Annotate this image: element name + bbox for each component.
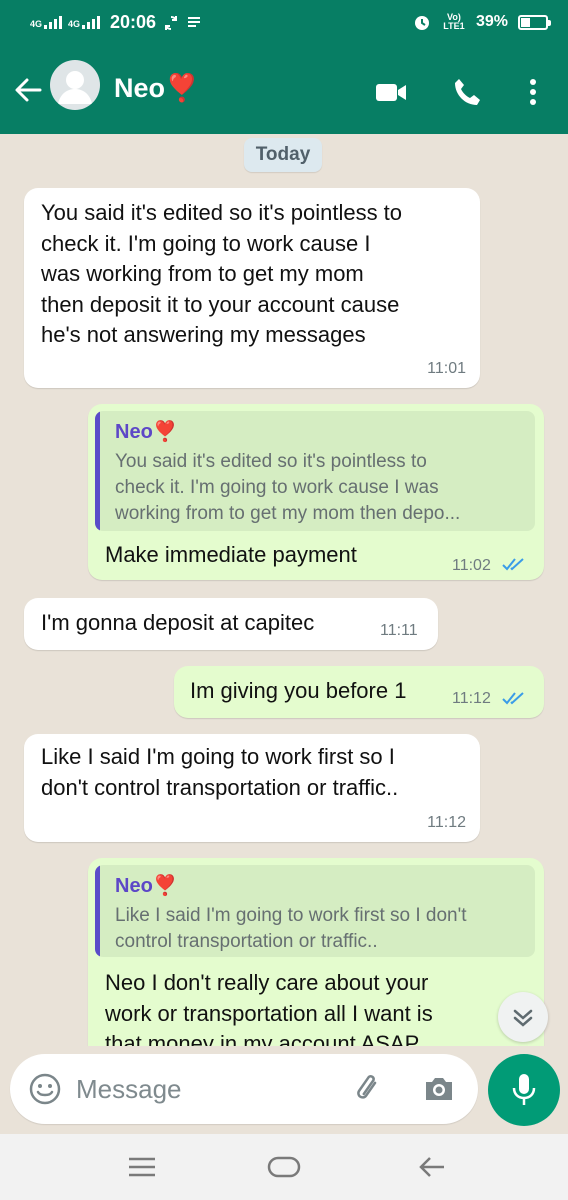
message-text: Like I said I'm going to work first so I…: [41, 744, 399, 800]
quote-text: You said it's edited so it's pointless t…: [115, 451, 461, 524]
back-arrow-icon[interactable]: [12, 74, 44, 106]
back-nav-icon[interactable]: [416, 1154, 448, 1180]
home-icon[interactable]: [266, 1154, 302, 1180]
message-bubble-incoming[interactable]: You said it's edited so it's pointless t…: [24, 188, 480, 388]
data-saver-icon: [188, 16, 201, 27]
message-text: Make immediate payment: [105, 542, 357, 567]
contact-name[interactable]: Neo❣️: [114, 72, 199, 104]
message-text: I'm gonna deposit at capitec: [41, 610, 315, 635]
quote-text: Like I said I'm going to work first so I…: [115, 905, 467, 952]
scroll-down-button[interactable]: [498, 992, 548, 1042]
video-call-icon[interactable]: [374, 75, 408, 109]
status-right: Vo) LTE1 39%: [412, 12, 551, 32]
message-time: 11:11: [380, 622, 418, 639]
menu-icon[interactable]: [126, 1154, 158, 1180]
date-chip: Today: [244, 138, 322, 172]
default-avatar-icon: [58, 71, 92, 104]
message-time: 11:01: [427, 360, 466, 377]
system-nav-bar: [0, 1134, 568, 1200]
emoji-icon[interactable]: [28, 1072, 62, 1106]
quote-bar: [95, 411, 100, 531]
signal-icon: 4G: [30, 16, 63, 29]
quote-bar: [95, 865, 100, 957]
volte-label: Vo) LTE1: [443, 12, 465, 31]
battery-icon: [518, 14, 551, 30]
phone-icon[interactable]: [450, 75, 484, 109]
quoted-message[interactable]: Neo❣️ You said it's edited so it's point…: [95, 411, 535, 531]
status-time: 20:06: [110, 12, 157, 32]
message-time: 11:12: [427, 814, 466, 831]
quote-sender: Neo❣️: [115, 875, 178, 897]
message-bubble-incoming[interactable]: Like I said I'm going to work first so I…: [24, 734, 480, 842]
quote-sender: Neo❣️: [115, 421, 178, 443]
camera-icon[interactable]: [422, 1072, 456, 1106]
chat-area[interactable]: Today You said it's edited so it's point…: [0, 134, 568, 1046]
battery-fill: [521, 17, 530, 27]
double-chevron-down-icon: [513, 1009, 533, 1027]
chat-header: Neo❣️: [0, 48, 568, 134]
network-type-1: 4G: [30, 19, 43, 29]
message-bubble-incoming[interactable]: I'm gonna deposit at capitec 11:11: [24, 598, 438, 650]
more-vert-icon[interactable]: [516, 75, 550, 109]
battery-percent: 39%: [475, 13, 508, 30]
status-left: 4G 4G 20:06: [30, 12, 202, 33]
message-text: You said it's edited so it's pointless t…: [41, 200, 403, 347]
avatar[interactable]: [50, 60, 100, 110]
mic-button[interactable]: [488, 1054, 560, 1126]
read-ticks-icon: [502, 558, 524, 571]
read-ticks-icon: [502, 692, 524, 705]
status-bar: 4G 4G 20:06 Vo) LTE1 39%: [0, 0, 568, 48]
message-input[interactable]: Message: [10, 1054, 478, 1124]
message-bubble-outgoing[interactable]: Im giving you before 1 11:12: [174, 666, 544, 718]
message-text: Neo I don't really care about your work …: [105, 970, 433, 1046]
sync-icon: [165, 15, 178, 30]
quoted-message[interactable]: Neo❣️ Like I said I'm going to work firs…: [95, 865, 535, 957]
message-time: 11:02: [452, 557, 491, 574]
network-type-2: 4G: [68, 19, 81, 29]
message-bubble-outgoing[interactable]: Neo❣️ Like I said I'm going to work firs…: [88, 858, 544, 1046]
signal-icon-2: 4G: [68, 16, 101, 29]
alarm-icon: [414, 16, 429, 30]
message-time: 11:12: [452, 690, 491, 707]
mic-icon: [512, 1074, 536, 1105]
message-text: Im giving you before 1: [190, 678, 407, 703]
message-placeholder: Message: [76, 1074, 182, 1104]
paperclip-icon[interactable]: [352, 1072, 386, 1106]
message-bubble-outgoing[interactable]: Neo❣️ You said it's edited so it's point…: [88, 404, 544, 580]
